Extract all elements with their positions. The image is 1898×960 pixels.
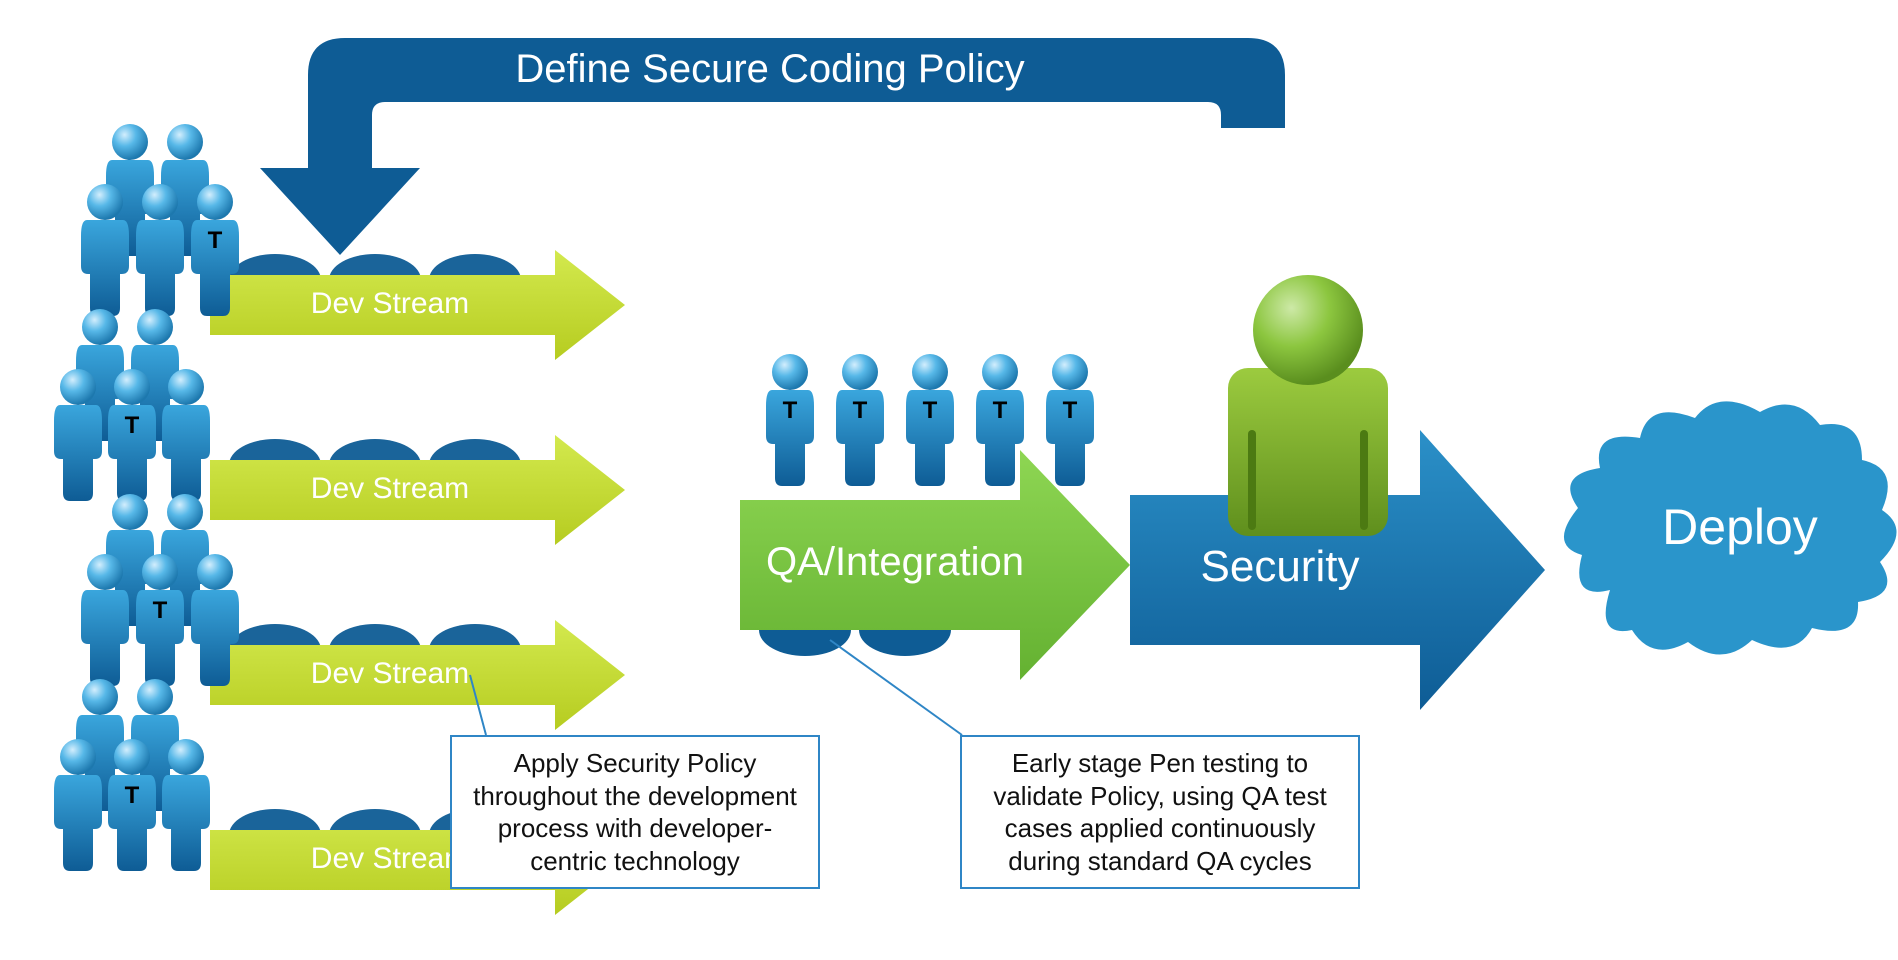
dev-people-cluster-3 — [81, 494, 239, 686]
security-person-icon — [1222, 275, 1388, 536]
dev-people-cluster-2 — [54, 309, 210, 501]
dev-people-cluster-4 — [54, 679, 210, 871]
qa-people-row — [766, 354, 1094, 486]
dev-people-cluster-1 — [81, 124, 239, 316]
callout-dev-policy: Apply Security Policy throughout the dev… — [450, 735, 820, 889]
callout-qa-pentest: Early stage Pen testing to validate Poli… — [960, 735, 1360, 889]
feedback-loop-label: Define Secure Coding Policy — [515, 47, 1024, 91]
feedback-loop: Define Secure Coding Policy — [260, 38, 1285, 255]
diagram-svg: T Define Secure Coding Policy — [0, 0, 1898, 960]
diagram-root: T Define Secure Coding Policy — [0, 0, 1898, 960]
deploy-cloud — [1564, 401, 1897, 654]
